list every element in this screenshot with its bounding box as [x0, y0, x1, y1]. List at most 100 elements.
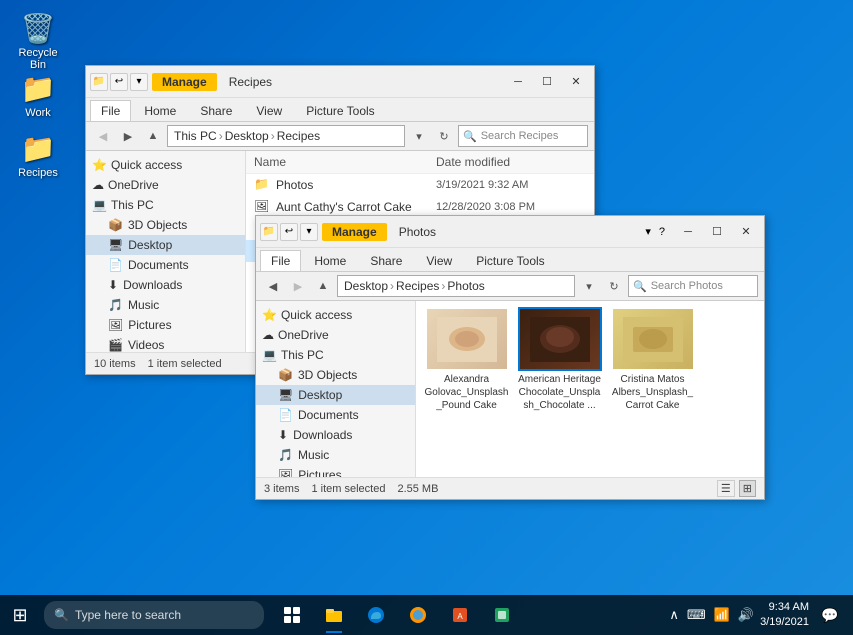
path-dropdown-w1[interactable]: ▾ — [408, 125, 430, 147]
sidebar-3d-objects[interactable]: 📦 3D Objects — [86, 215, 245, 235]
firefox-btn[interactable] — [398, 595, 438, 635]
tb-undo-w2[interactable]: ↩ — [280, 223, 298, 241]
list-view-btn[interactable]: ☰ — [717, 480, 735, 497]
refresh-btn-w1[interactable]: ↻ — [433, 125, 455, 147]
start-button[interactable]: ⊞ — [0, 595, 40, 635]
dl-label-w2: Downloads — [293, 428, 352, 442]
taskbar-search[interactable]: 🔍 Type here to search — [44, 601, 264, 629]
sidebar-pictures[interactable]: 🖼 Pictures — [86, 315, 245, 335]
address-path-w1[interactable]: This PC › Desktop › Recipes — [167, 125, 405, 147]
ribbon-tabs-w2: File Home Share View Picture Tools — [256, 248, 764, 271]
sidebar-documents[interactable]: 📄 Documents — [86, 255, 245, 275]
desktop-icon-recipes[interactable]: 📁 Recipes — [10, 128, 66, 183]
time-display[interactable]: 9:34 AM 3/19/2021 — [760, 600, 809, 631]
desktop-icon-recycle-bin[interactable]: 🗑️ Recycle Bin — [10, 8, 66, 75]
task-view-btn[interactable] — [272, 595, 312, 635]
tab-file-w1[interactable]: File — [90, 100, 131, 121]
up-btn-w2[interactable]: ▲ — [312, 275, 334, 297]
sidebar-onedrive-w2[interactable]: ☁ OneDrive — [256, 325, 415, 345]
app5-btn[interactable]: A — [440, 595, 480, 635]
tab-view-w2[interactable]: View — [415, 250, 463, 271]
sidebar-music-w2[interactable]: 🎵 Music — [256, 445, 415, 465]
sidebar-3d-w2[interactable]: 📦 3D Objects — [256, 365, 415, 385]
minimize-btn-w2[interactable]: ─ — [674, 218, 702, 246]
tray-up-arrow[interactable]: ∧ — [669, 607, 679, 623]
help-btn-w2[interactable]: ? — [656, 226, 668, 238]
manage-button-w2[interactable]: Manage — [322, 223, 387, 241]
manage-button[interactable]: Manage — [152, 73, 217, 91]
minimize-btn[interactable]: ─ — [504, 68, 532, 96]
search-box-w1[interactable]: 🔍 Search Recipes — [458, 125, 588, 147]
onedrive-label: OneDrive — [108, 178, 159, 192]
tab-home-w1[interactable]: Home — [133, 100, 187, 121]
network-icon: 📶 — [714, 607, 730, 623]
tab-file-w2[interactable]: File — [260, 250, 301, 271]
maximize-btn[interactable]: ☐ — [533, 68, 561, 96]
sidebar-desktop-w2[interactable]: 🖥 Desktop — [256, 385, 415, 405]
sidebar-desktop[interactable]: 🖥 Desktop — [86, 235, 245, 255]
sidebar-music[interactable]: 🎵 Music — [86, 295, 245, 315]
quick-access-label-w2: Quick access — [281, 308, 352, 322]
quick-access-btn-w2[interactable]: 📁 — [260, 223, 278, 241]
docs-label: Documents — [128, 258, 189, 272]
sidebar-quick-access-w2[interactable]: ⭐ Quick access — [256, 305, 415, 325]
sidebar-docs-w2[interactable]: 📄 Documents — [256, 405, 415, 425]
sidebar-this-pc[interactable]: 💻 This PC — [86, 195, 245, 215]
close-btn[interactable]: ✕ — [562, 68, 590, 96]
sidebar-onedrive[interactable]: ☁ OneDrive — [86, 175, 245, 195]
notification-btn[interactable]: 💬 — [815, 595, 845, 635]
desktop-label: Desktop — [128, 238, 172, 252]
up-btn-w1[interactable]: ▲ — [142, 125, 164, 147]
refresh-btn-w2[interactable]: ↻ — [603, 275, 625, 297]
tab-share-w2[interactable]: Share — [359, 250, 413, 271]
tb-undo[interactable]: ↩ — [110, 73, 128, 91]
edge-btn[interactable] — [356, 595, 396, 635]
file-date-photos: 3/19/2021 9:32 AM — [436, 179, 586, 191]
keyboard-icon: ⌨ — [687, 607, 706, 623]
tab-view-w1[interactable]: View — [245, 100, 293, 121]
sidebar-w1: ⭐ Quick access ☁ OneDrive 💻 This PC 📦 3D… — [86, 151, 246, 352]
detail-view-btn[interactable]: ⊞ — [739, 480, 756, 497]
sidebar-this-pc-w2[interactable]: 💻 This PC — [256, 345, 415, 365]
docs-label-w2: Documents — [298, 408, 359, 422]
sidebar-quick-access[interactable]: ⭐ Quick access — [86, 155, 245, 175]
tb-down-arrow-w2[interactable]: ▾ — [300, 223, 318, 241]
window1-controls: ─ ☐ ✕ — [504, 68, 590, 96]
forward-btn-w2[interactable]: ▶ — [287, 275, 309, 297]
address-bar-w2: ◀ ▶ ▲ Desktop › Recipes › Photos ▾ ↻ 🔍 S… — [256, 272, 764, 301]
pics-label-w2: Pictures — [298, 468, 341, 477]
tab-picture-w1[interactable]: Picture Tools — [295, 100, 385, 121]
sidebar-videos[interactable]: 🎬 Videos — [86, 335, 245, 352]
tb-down-arrow[interactable]: ▾ — [130, 73, 148, 91]
expand-btn-w2[interactable]: ▾ — [642, 225, 654, 238]
sidebar-pics-w2[interactable]: 🖼 Pictures — [256, 465, 415, 477]
quick-access-btn[interactable]: 📁 — [90, 73, 108, 91]
file-explorer-btn[interactable] — [314, 595, 354, 635]
back-btn-w1[interactable]: ◀ — [92, 125, 114, 147]
sidebar-downloads[interactable]: ⬇ Downloads — [86, 275, 245, 295]
path-dropdown-w2[interactable]: ▾ — [578, 275, 600, 297]
forward-btn-w1[interactable]: ▶ — [117, 125, 139, 147]
photo-label-0: Alexandra Golovac_Unsplash_Pound Cake — [424, 373, 509, 412]
tab-share-w1[interactable]: Share — [189, 100, 243, 121]
file-item-photos[interactable]: 📁 Photos 3/19/2021 9:32 AM — [246, 174, 594, 196]
search-box-w2[interactable]: 🔍 Search Photos — [628, 275, 758, 297]
desktop-icon-work[interactable]: 📁 Work — [10, 68, 66, 123]
app6-btn[interactable] — [482, 595, 522, 635]
photo-item-2[interactable]: Cristina Matos Albers_Unsplash_Carrot Ca… — [610, 309, 695, 412]
photo-item-1[interactable]: American Heritage Chocolate_Unsplash_Cho… — [517, 309, 602, 412]
tab-picture-w2[interactable]: Picture Tools — [465, 250, 555, 271]
star-icon-w2: ⭐ — [262, 308, 277, 322]
address-path-w2[interactable]: Desktop › Recipes › Photos — [337, 275, 575, 297]
status-items-w2: 3 items — [264, 483, 299, 495]
path-photos-w2: Photos — [447, 279, 484, 293]
photo-item-0[interactable]: Alexandra Golovac_Unsplash_Pound Cake — [424, 309, 509, 412]
quick-access-icons: 📁 ↩ ▾ — [90, 73, 148, 91]
sidebar-dl-w2[interactable]: ⬇ Downloads — [256, 425, 415, 445]
maximize-btn-w2[interactable]: ☐ — [703, 218, 731, 246]
folder-icon-photos: 📁 — [254, 177, 270, 193]
close-btn-w2[interactable]: ✕ — [732, 218, 760, 246]
tab-home-w2[interactable]: Home — [303, 250, 357, 271]
back-btn-w2[interactable]: ◀ — [262, 275, 284, 297]
window2-controls: ─ ☐ ✕ — [674, 218, 760, 246]
